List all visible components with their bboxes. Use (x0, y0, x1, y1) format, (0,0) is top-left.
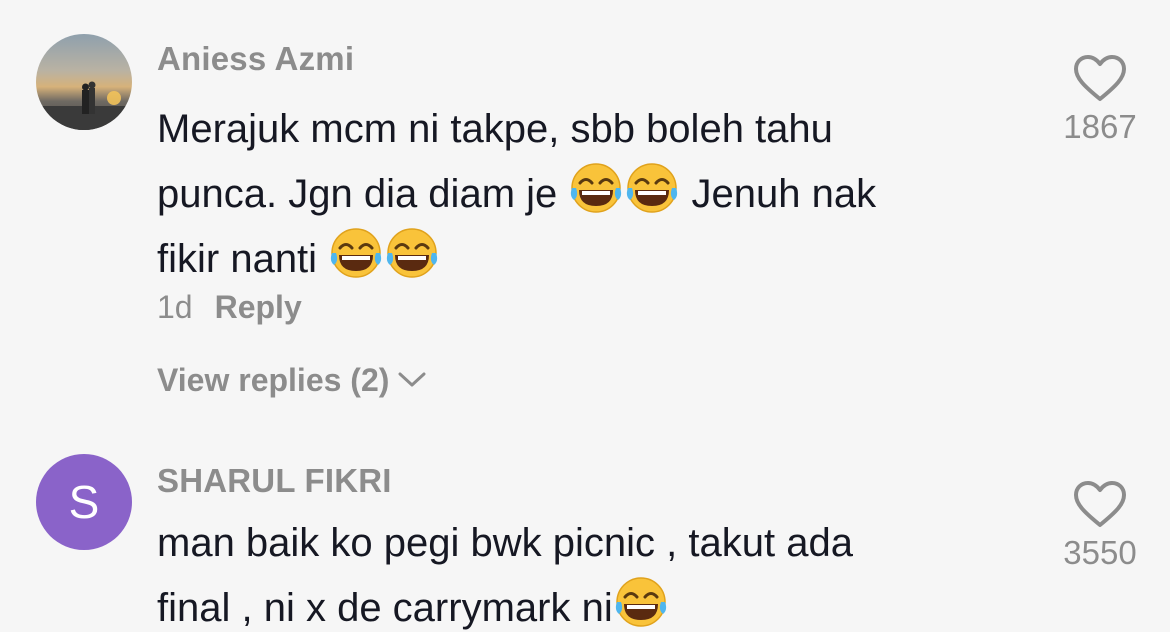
avatar[interactable]: S (36, 454, 132, 550)
comment-text: man baik ko pegi bwk picnic , takut ada … (157, 512, 977, 632)
chevron-down-icon (398, 372, 426, 387)
view-replies-button[interactable]: View replies (2) (157, 362, 427, 399)
heart-outline-icon (1074, 481, 1126, 527)
laughing-tears-emoji (387, 228, 438, 278)
laughing-tears-emoji (627, 163, 678, 213)
reply-button[interactable]: Reply (215, 289, 302, 325)
like-count: 3550 (1063, 534, 1137, 571)
comment-text-line: Jenuh nak (680, 172, 877, 216)
comment-text-line: punca. Jgn dia diam je (157, 172, 569, 216)
like-button[interactable]: 1867 (1050, 54, 1150, 146)
comment-timestamp: 1d (157, 289, 193, 325)
avatar[interactable] (36, 34, 132, 130)
comment-username[interactable]: Aniess Azmi (157, 40, 354, 78)
comment-text-line: man baik ko pegi bwk picnic , takut ada (157, 521, 853, 565)
comment-text: Merajuk mcm ni takpe, sbb boleh tahu pun… (157, 98, 977, 290)
like-count: 1867 (1063, 108, 1137, 145)
laughing-tears-emoji (615, 577, 666, 627)
comment-text-line: final , ni x de carrymark ni (157, 586, 613, 630)
like-button[interactable]: 3550 (1050, 480, 1150, 572)
laughing-tears-emoji (571, 163, 622, 213)
comment-meta: 1d Reply (157, 289, 302, 326)
comment-text-line: fikir nanti (157, 237, 329, 281)
comment-text-line: Merajuk mcm ni takpe, sbb boleh tahu (157, 107, 833, 151)
view-replies-label: View replies (2) (157, 362, 390, 398)
comment-username[interactable]: SHARUL FIKRI (157, 462, 392, 500)
heart-outline-icon (1074, 55, 1126, 101)
laughing-tears-emoji (331, 228, 382, 278)
comments-list: Aniess Azmi Merajuk mcm ni takpe, sbb bo… (0, 0, 1170, 632)
